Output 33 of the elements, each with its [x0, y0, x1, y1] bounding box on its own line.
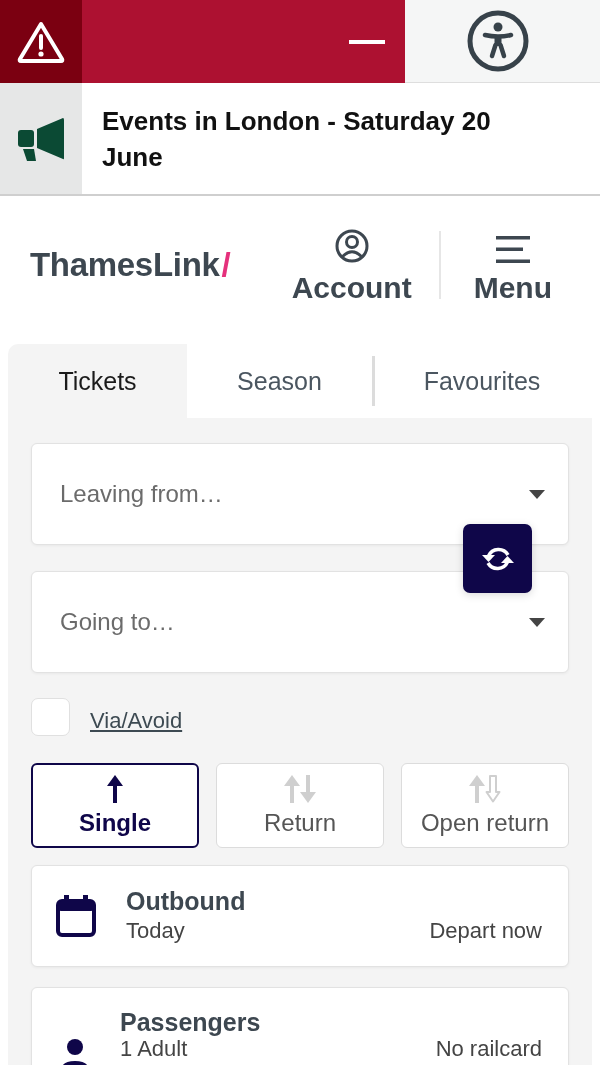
passenger-count: 1 Adult [120, 1036, 188, 1062]
warning-icon [17, 20, 65, 63]
swap-button[interactable] [463, 524, 532, 593]
menu-icon [495, 236, 530, 263]
account-icon [334, 229, 369, 263]
passengers-card[interactable]: Passengers 1 Adult No railcard [31, 987, 569, 1065]
calendar-icon [56, 895, 96, 937]
open-return-ticket-button[interactable]: Open return [401, 763, 569, 848]
up-down-arrows-icon [284, 774, 316, 803]
caret-down-icon [529, 618, 545, 627]
minus-icon[interactable] [349, 39, 385, 44]
tab[interactable]: Tickets [8, 344, 187, 418]
outbound-date: Today [126, 917, 185, 945]
via-avoid-link[interactable]: Via/Avoid [90, 708, 183, 734]
via-avoid-checkbox[interactable] [31, 698, 70, 736]
railcard-value: No railcard [435, 1036, 542, 1062]
return-ticket-button[interactable]: Return [216, 763, 384, 848]
leaving-from-field[interactable]: Leaving from… [31, 443, 569, 545]
single-ticket-button[interactable]: Single [31, 763, 199, 848]
megaphone-icon [17, 115, 65, 162]
outbound-title: Outbound [126, 886, 247, 916]
caret-down-icon [529, 490, 545, 499]
outbound-time: Depart now [429, 917, 542, 945]
up-down-arrows-icon [469, 774, 501, 803]
site-logo[interactable]: ThamesLink/ [30, 246, 292, 284]
going-to-field[interactable]: Going to… [31, 571, 569, 673]
announcement-text: Events in London - Saturday 20 June [102, 104, 492, 174]
outbound-card[interactable]: Outbound Today Depart now [31, 865, 569, 967]
accessibility-icon[interactable] [466, 10, 529, 72]
account-button[interactable]: Account [291, 225, 412, 305]
passengers-title: Passengers [120, 1008, 262, 1036]
up-arrow-icon [107, 774, 123, 803]
menu-button[interactable]: Menu [473, 225, 552, 305]
